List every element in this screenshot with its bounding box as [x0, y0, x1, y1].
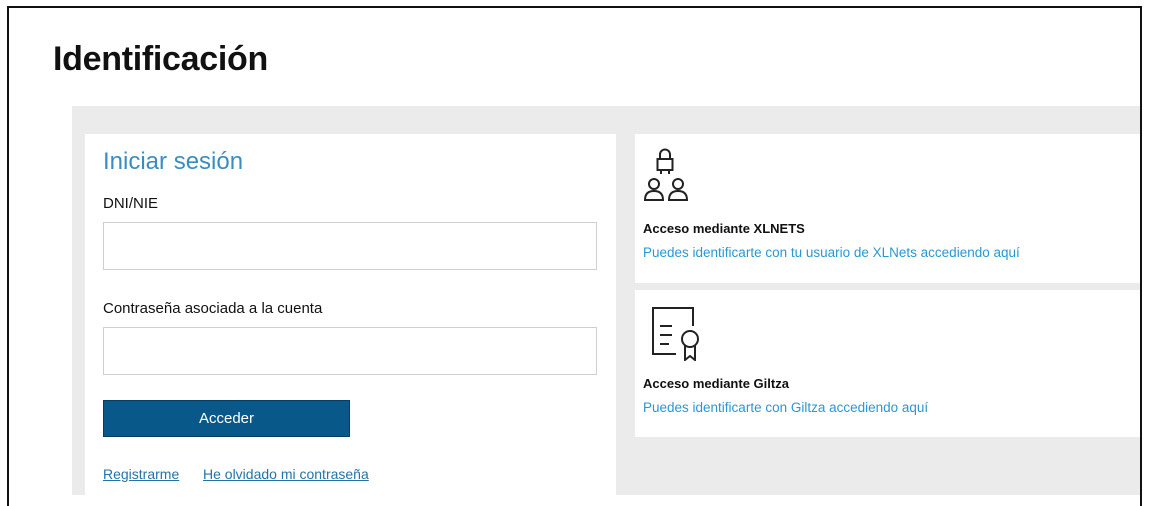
dni-label: DNI/NIE	[103, 195, 159, 212]
users-network-icon	[643, 146, 689, 213]
giltza-access-card[interactable]: Acceso mediante Giltza Puedes identifica…	[635, 290, 1140, 437]
register-link[interactable]: Registrarme	[103, 466, 179, 482]
certificate-icon	[643, 305, 705, 366]
password-input[interactable]	[103, 327, 597, 375]
xlnets-access-card[interactable]: Acceso mediante XLNETS Puedes identifica…	[635, 134, 1140, 283]
login-title: Iniciar sesión	[103, 148, 244, 175]
login-panel: Iniciar sesión DNI/NIE Contraseña asocia…	[85, 134, 616, 495]
giltza-title: Acceso mediante Giltza	[643, 376, 789, 391]
page-title: Identificación	[53, 40, 268, 78]
giltza-link[interactable]: Puedes identificarte con Giltza accedien…	[643, 400, 928, 415]
xlnets-title: Acceso mediante XLNETS	[643, 221, 805, 236]
login-button[interactable]: Acceder	[103, 400, 350, 437]
dni-input[interactable]	[103, 222, 597, 270]
forgot-password-link[interactable]: He olvidado mi contraseña	[203, 466, 369, 482]
password-label: Contraseña asociada a la cuenta	[103, 300, 323, 317]
xlnets-link[interactable]: Puedes identificarte con tu usuario de X…	[643, 245, 1020, 260]
